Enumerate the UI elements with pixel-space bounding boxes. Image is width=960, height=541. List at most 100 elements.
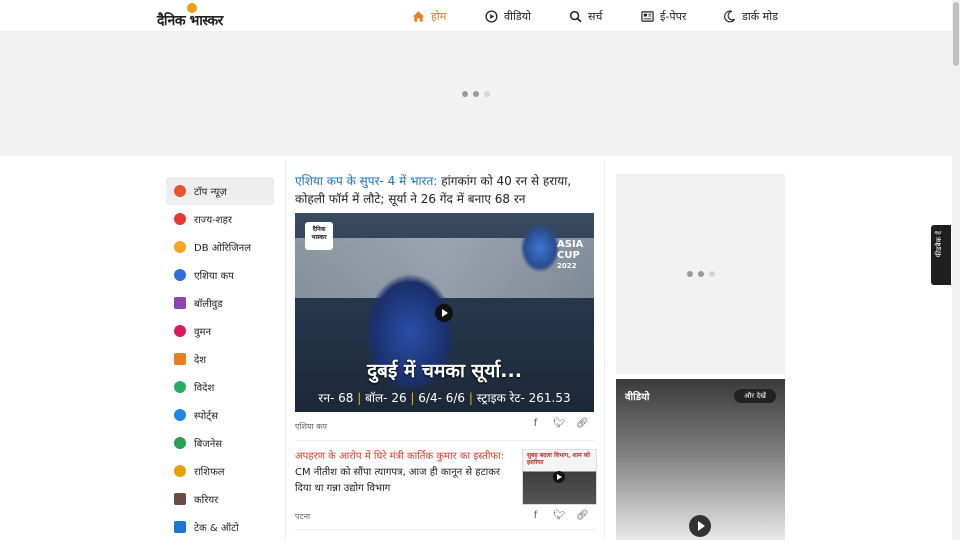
news-feed: एशिया कप के सुपर- 4 में भारत: हांगकांग क… (285, 160, 605, 540)
nav-epaper[interactable]: ई-पेपर (641, 8, 686, 24)
graduation-cap-icon (174, 493, 186, 505)
category-sidebar: टॉप न्यूज़ राज्य-शहर DB ओरिजिनल एशिया कप… (166, 177, 274, 541)
thumbnail-caption: दुबई में चमका सूर्या... (367, 360, 522, 382)
sidebar-item-world[interactable]: विदेश (166, 373, 274, 401)
stat-separator: | (468, 391, 477, 405)
story-video-thumbnail[interactable]: दैनिक भास्कर ASIA CUP 2022 दुबई में चमका… (295, 213, 594, 412)
twitter-icon[interactable]: 🐦︎ (553, 510, 566, 521)
story-kicker: अपहरण के आरोप में घिरे मंत्री कार्तिक कु… (295, 451, 505, 462)
sidebar-item-woman[interactable]: वुमन (166, 317, 274, 345)
sidebar-item-label: बिजनेस (194, 439, 223, 450)
link-icon[interactable]: 🔗︎ (576, 510, 589, 521)
story-category[interactable]: पटना (295, 511, 310, 522)
sidebar-item-state-city[interactable]: राज्य-शहर (166, 205, 274, 233)
thumbnail-text: सुबह बदला विभाग, शाम को इस्तीफा (527, 452, 590, 466)
sidebar-item-asia-cup[interactable]: एशिया कप (166, 261, 274, 289)
sidebar-item-business[interactable]: बिजनेस (166, 429, 274, 457)
stat-separator: | (357, 391, 366, 405)
page-scrollbar[interactable] (952, 0, 960, 540)
sidebar-item-label: विदेश (194, 383, 215, 394)
stat-runs: रन- 68 (318, 391, 354, 405)
sidebar-item-label: टॉप न्यूज़ (194, 187, 227, 198)
stat-strike-rate: स्ट्राइक रेट- 261.53 (476, 391, 571, 405)
loading-dot (698, 271, 704, 277)
newspaper-icon (641, 10, 654, 22)
twitter-icon[interactable]: 🐦︎ (553, 418, 566, 429)
nav-video[interactable]: वीडियो (485, 8, 531, 24)
ad-loading-dots (462, 91, 490, 97)
sidebar-item-label: DB ओरिजिनल (194, 243, 251, 254)
facebook-icon[interactable]: f (530, 510, 541, 521)
nav-search-label: सर्च (588, 9, 603, 23)
story-kicker: एशिया कप के सुपर- 4 में भारत: (295, 174, 438, 188)
sidebar-item-label: देश (194, 355, 207, 366)
location-pin-icon (174, 213, 186, 225)
logo-text: दैनिक भास्कर (157, 13, 223, 29)
asia-cup-badge: ASIA CUP 2022 (557, 239, 583, 272)
top-navigation-bar: दैनिक भास्कर होम वीडियो सर्च ई-पेपर डार्… (0, 0, 952, 32)
story-headline[interactable]: एशिया कप के सुपर- 4 में भारत: हांगकांग क… (295, 172, 597, 208)
share-buttons: f 🐦︎ 🔗︎ (530, 510, 589, 521)
sidebar-item-label: राशिफल (194, 467, 225, 478)
video-widget-title: वीडियो (625, 392, 650, 403)
thumbnail-logo: दैनिक भास्कर (305, 222, 333, 250)
sidebar-item-tech-auto[interactable]: टेक & ऑटो (166, 513, 274, 541)
story-video-thumbnail[interactable]: सुबह बदला विभाग, शाम को इस्तीफा (522, 449, 597, 505)
asia-cup-badge-line: ASIA (557, 239, 584, 250)
see-more-button[interactable]: और देखें (734, 389, 776, 403)
sidebar-item-sports[interactable]: स्पोर्ट्स (166, 401, 274, 429)
play-icon[interactable] (553, 471, 565, 483)
loading-dot (484, 91, 490, 97)
facebook-icon[interactable]: f (530, 418, 541, 429)
woman-icon (174, 325, 186, 337)
cricket-icon (174, 269, 186, 281)
play-circle-icon (485, 9, 498, 23)
india-gate-icon (174, 353, 186, 365)
site-logo[interactable]: दैनिक भास्कर (157, 3, 229, 29)
sidebar-item-label: करियर (194, 495, 219, 506)
story-category[interactable]: एशिया कप (295, 421, 327, 432)
nav-home[interactable]: होम (412, 8, 446, 24)
link-icon[interactable]: 🔗︎ (576, 418, 589, 429)
globe-icon (174, 381, 186, 393)
sidebar-item-label: राज्य-शहर (194, 215, 233, 226)
sidebar-item-country[interactable]: देश (166, 345, 274, 373)
share-buttons: f 🐦︎ 🔗︎ (530, 418, 589, 429)
car-icon (174, 521, 186, 533)
nav-dark-mode[interactable]: डार्क मोड (723, 8, 778, 24)
runner-icon (174, 409, 186, 421)
feedback-tab[interactable]: फीडबैक दें (931, 225, 951, 285)
zodiac-icon (174, 465, 186, 477)
divider (295, 529, 595, 530)
nav-search[interactable]: सर्च (569, 8, 602, 24)
sidebar-item-career[interactable]: करियर (166, 485, 274, 513)
moon-icon (724, 10, 736, 22)
sidebar-item-label: वुमन (194, 327, 212, 338)
sidebar-item-label: बॉलीवुड (194, 299, 223, 310)
asia-cup-badge-line: CUP (557, 250, 580, 261)
nav-dark-mode-label: डार्क मोड (742, 9, 778, 23)
search-icon (569, 10, 582, 22)
ad-loading-dots (687, 271, 715, 277)
scrollbar-thumb[interactable] (953, 2, 959, 66)
play-icon[interactable] (689, 515, 711, 537)
rupee-icon (174, 437, 186, 449)
video-widget: वीडियो और देखें (616, 379, 785, 540)
thumbnail-stats: रन- 68 | बॉल- 26 | 6/4- 6/6 | स्ट्राइक र… (295, 389, 594, 406)
sidebar-item-label: एशिया कप (194, 271, 234, 282)
story-title: CM नीतीश को सौंपा त्यागपत्र, आज ही कानून… (295, 467, 501, 494)
loading-dot (462, 91, 468, 97)
sidebar-item-top-news[interactable]: टॉप न्यूज़ (166, 177, 274, 205)
feedback-label: फीडबैक दें (935, 231, 943, 258)
nav-video-label: वीडियो (504, 9, 531, 23)
flame-icon (174, 185, 186, 197)
loading-dot (709, 271, 715, 277)
story-headline[interactable]: अपहरण के आरोप में घिरे मंत्री कार्तिक कु… (295, 449, 511, 497)
sidebar-item-label: स्पोर्ट्स (194, 411, 218, 422)
play-icon[interactable] (435, 304, 453, 322)
player-figure (520, 223, 560, 273)
nav-home-label: होम (431, 9, 447, 23)
sidebar-item-db-original[interactable]: DB ओरिजिनल (166, 233, 274, 261)
sidebar-item-bollywood[interactable]: बॉलीवुड (166, 289, 274, 317)
sidebar-item-horoscope[interactable]: राशिफल (166, 457, 274, 485)
